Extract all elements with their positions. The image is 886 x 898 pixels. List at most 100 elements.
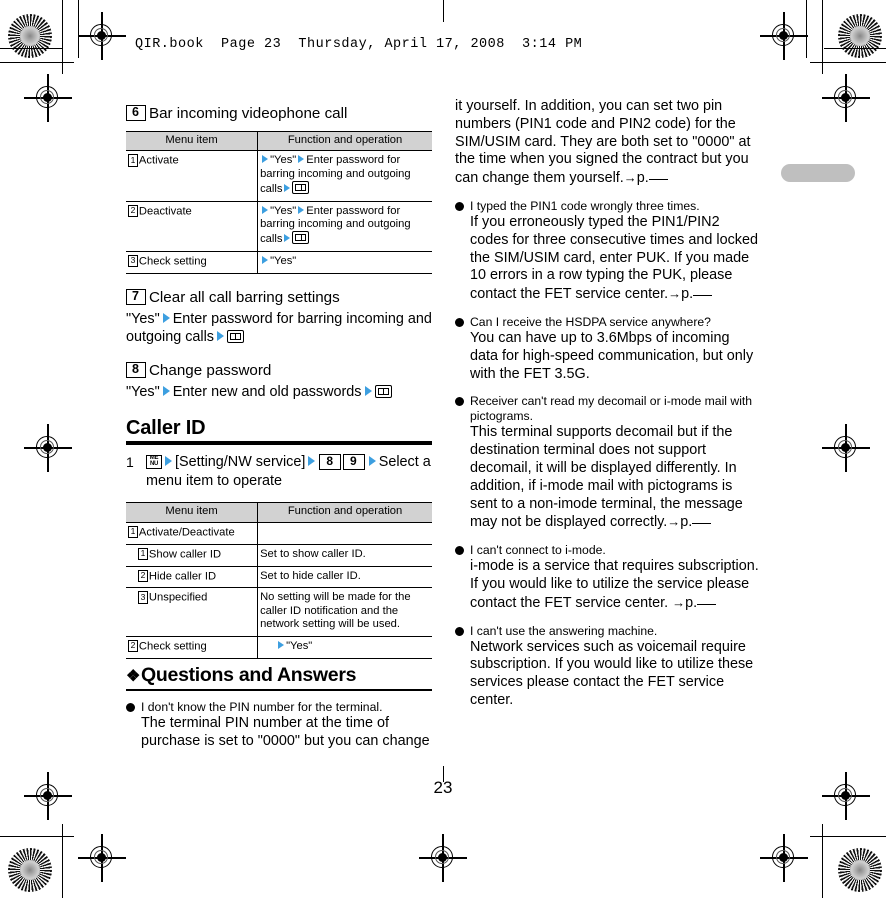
qa-question-text: I can't connect to i-mode. [470, 543, 606, 558]
right-text-column: it yourself. In addition, you can set tw… [455, 98, 761, 721]
qa-question: I don't know the PIN number for the term… [126, 700, 432, 715]
qa-answer: i-mode is a service that requires subscr… [455, 558, 761, 612]
qa-heading-text: Questions and Answers [141, 663, 357, 686]
operation-cell: "Yes" [257, 251, 432, 274]
qa-bullet-icon [455, 546, 464, 556]
qa-question: I can't connect to i-mode. [455, 543, 761, 558]
table-row: 1 Activate/Deactivate [126, 522, 432, 545]
item-number-box: 2 [128, 639, 138, 653]
menu-item-cell: 2 Deactivate [126, 201, 259, 252]
operation-cell: "Yes" Enter password for barring incoming… [257, 201, 432, 252]
phonebook-book-icon [292, 181, 310, 195]
header-function-operation: Function and operation [257, 130, 432, 152]
item-number-box: 1 [138, 547, 148, 561]
page-ref-arrow-icon: → [667, 514, 681, 530]
qa-answer-ref: p. [685, 594, 698, 611]
header-menu-item: Menu item [126, 130, 259, 152]
menu-item-cell: 2 Hide caller ID [126, 566, 259, 589]
item-label: Deactivate [138, 205, 192, 218]
qa-item: I typed the PIN1 code wrongly three time… [455, 199, 761, 304]
page-ref-blank [648, 179, 668, 181]
section-7-title-text: Clear all call barring settings [148, 288, 340, 306]
qa-question: I can't use the answering machine. [455, 624, 761, 639]
registration-mark-bottom-left [78, 834, 126, 882]
caller-id-heading: Caller ID [126, 417, 206, 440]
registration-mark-upper-left-inner [24, 74, 72, 122]
section-7-body: "Yes" Enter password for barring incoming… [126, 310, 432, 347]
qa-question: Receiver can't read my decomail or i-mod… [455, 394, 761, 424]
operation-yes: "Yes" [286, 639, 313, 652]
section-8-text: Enter new and old passwords [172, 383, 362, 400]
thumb-index-tab [781, 164, 855, 182]
header-function-operation: Function and operation [257, 502, 432, 523]
call-barring-table: Menu item Function and operation 1 Activa… [126, 130, 432, 274]
page-ref-blank [697, 603, 717, 605]
operation-cell: "Yes" Enter password for barring incoming… [257, 150, 432, 202]
phonebook-book-icon [292, 231, 310, 245]
registration-mark-mid-right [822, 424, 870, 472]
item-label: Activate [138, 154, 179, 167]
trim-line-left-v2 [78, 0, 80, 58]
trim-line-left-h2 [0, 48, 62, 50]
table-row: 3 Unspecified No setting will be made for… [126, 587, 432, 637]
registration-mark-top-right [760, 12, 808, 60]
qa-bullet-icon [455, 317, 464, 327]
section-8-yes: "Yes" [126, 383, 160, 400]
step-arrow-icon [262, 255, 269, 264]
qa-question: Can I receive the HSDPA service anywhere… [455, 315, 761, 330]
star-target-bottom-right [838, 848, 882, 892]
step-arrow-icon [368, 456, 376, 467]
section-7-text: Enter password for barring incoming and … [126, 310, 432, 346]
page-ref-blank [693, 295, 713, 297]
table-row: 2 Check setting "Yes" [126, 636, 432, 659]
step-arrow-icon [298, 155, 305, 164]
qa-answer-continued-ref: p. [636, 170, 649, 187]
section-6-number: 6 [126, 105, 146, 121]
item-label: Check setting [138, 640, 207, 653]
qa-question-text: Receiver can't read my decomail or i-mod… [470, 394, 753, 424]
phonebook-book-icon [374, 384, 392, 398]
item-label: Hide caller ID [148, 570, 217, 583]
operation-cell: Set to show caller ID. [257, 544, 432, 567]
step-text-1: [Setting/NW service] [175, 454, 306, 471]
qa-answer-continued: it yourself. In addition, you can set tw… [455, 98, 761, 188]
phonebook-book-icon [227, 330, 245, 344]
qa-answer-text: This terminal supports decomail but if t… [470, 424, 743, 531]
step-arrow-icon [262, 155, 269, 164]
key-9: 9 [343, 454, 365, 471]
page-ref-arrow-icon: → [668, 286, 682, 302]
trim-line-bottom-right-h [810, 836, 886, 838]
menu-item-cell: 3 Unspecified [126, 587, 259, 637]
menu-key-icon: ME NU [146, 455, 162, 470]
caller-id-step: 1 ME NU [Setting/NW service] 8 9 Select a men… [126, 453, 432, 490]
operation-yes: "Yes" [270, 154, 297, 167]
item-label: Show caller ID [148, 548, 222, 561]
menu-item-cell: 1 Show caller ID [126, 544, 259, 567]
qa-question-text: I typed the PIN1 code wrongly three time… [470, 198, 700, 213]
qa-bullet-icon [455, 201, 464, 211]
table-row: 1 Activate "Yes" Enter password for barrin… [126, 150, 432, 202]
section-8-body: "Yes" Enter new and old passwords [126, 383, 432, 402]
trim-line-left-h [0, 62, 74, 64]
trim-line-right-v2 [806, 0, 808, 58]
item-number-box: 3 [138, 591, 148, 604]
qa-bullet-icon [126, 703, 135, 713]
menu-item-cell: 1 Activate/Deactivate [126, 522, 259, 545]
header-menu-item: Menu item [126, 502, 259, 523]
qa-rule [126, 689, 432, 692]
registration-mark-bottom-right [760, 834, 808, 882]
scanned-page: QIR.book Page 23 Thursday, April 17, 200… [0, 0, 886, 898]
operation-cell: No setting will be made for the caller I… [257, 587, 432, 637]
qa-question-text: I can't use the answering machine. [470, 623, 658, 638]
trim-line-bottom-left-h [0, 836, 74, 838]
page-number: 23 [433, 778, 453, 797]
star-target-top-right [838, 14, 882, 58]
operation-cell: "Yes" [257, 636, 432, 659]
qa-item: I can't use the answering machine. Netwo… [455, 624, 761, 710]
menu-item-cell: 2 Check setting [126, 636, 259, 659]
registration-mark-mid-left [24, 424, 72, 472]
item-number-box: 2 [138, 569, 148, 583]
step-arrow-icon [298, 205, 305, 214]
page-ref-blank [692, 523, 712, 525]
menu-item-cell: 3 Check setting [126, 251, 259, 274]
